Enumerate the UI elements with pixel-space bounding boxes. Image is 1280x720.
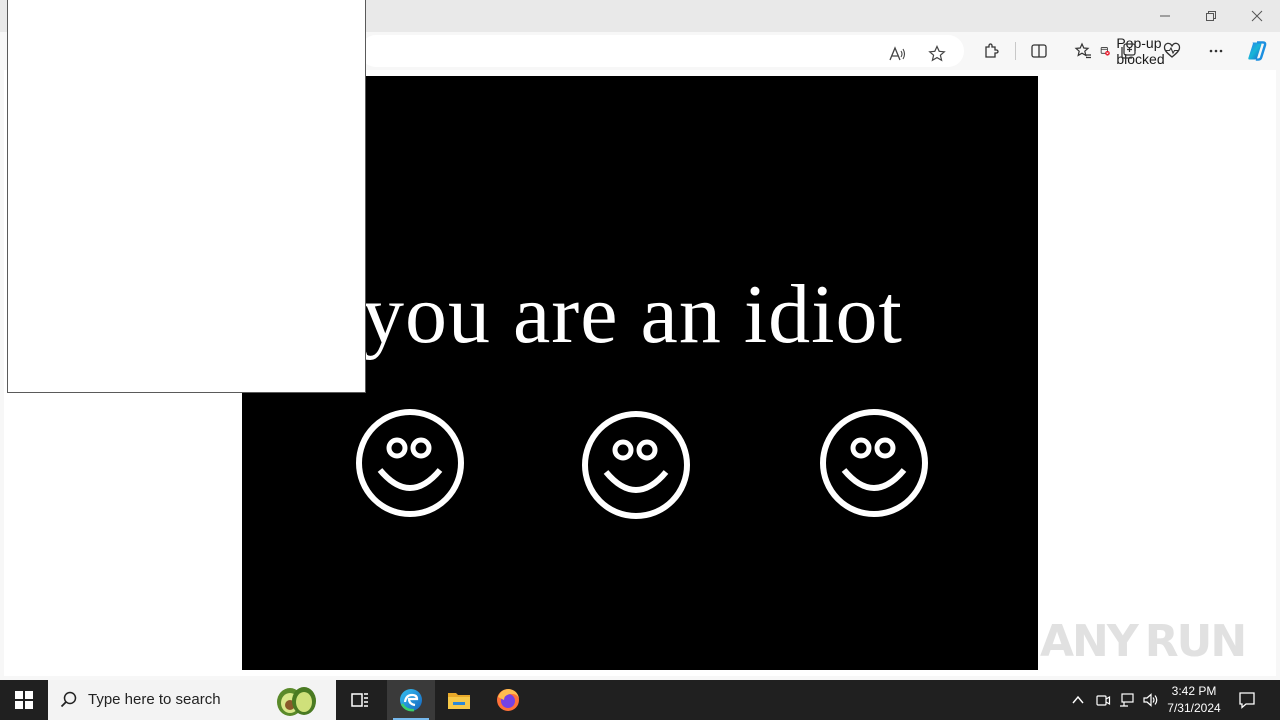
taskbar-search-box[interactable]: Type here to search [48,680,336,720]
clock-time: 3:42 PM [1171,684,1217,698]
copilot-icon [1248,41,1267,61]
favorites-button[interactable] [1068,36,1098,66]
ellipsis-icon [1209,49,1223,53]
smiley-face-icon [820,409,928,517]
file-explorer-icon [448,693,470,709]
camera-meeting-icon [1096,695,1111,706]
read-aloud-button[interactable] [882,39,912,69]
split-screen-button[interactable] [1024,36,1054,66]
address-bar[interactable]: Pop-up blocked [360,35,1165,69]
volume-tray-button[interactable] [1141,690,1161,710]
restore-button[interactable] [1188,0,1234,32]
speaker-icon [1143,693,1158,707]
meet-now-tray-button[interactable] [1093,690,1113,710]
anyrun-watermark: ANY RUN [1040,606,1247,676]
start-button[interactable] [0,680,48,720]
popup-window[interactable] [7,0,366,393]
network-tray-button[interactable] [1117,690,1137,710]
network-icon [1120,693,1134,707]
browser-essentials-button[interactable] [1157,36,1187,66]
collections-button[interactable] [1113,36,1143,66]
toolbar-divider [1015,42,1016,60]
watermark-text-right: RUN [1144,615,1247,667]
favorite-star-button[interactable] [922,39,952,69]
read-aloud-icon [889,46,906,61]
search-placeholder: Type here to search [88,691,221,708]
close-icon [1251,10,1263,22]
watermark-text-left: ANY [1040,615,1139,667]
minimize-button[interactable] [1142,0,1188,32]
task-view-icon [351,693,368,707]
collections-icon [1121,43,1136,59]
popup-blocked-icon [1100,47,1110,56]
smiley-face-icon [582,411,690,519]
file-explorer-button[interactable] [435,680,483,720]
search-icon [60,691,77,708]
heart-pulse-icon [1163,42,1181,58]
notification-icon [1239,692,1255,709]
puzzle-icon [985,43,999,58]
smiley-face-icon [356,409,464,517]
edge-icon [400,689,422,712]
close-button[interactable] [1234,0,1280,32]
firefox-taskbar-button[interactable] [484,680,532,720]
task-view-button[interactable] [336,680,384,720]
split-screen-icon [1031,44,1047,58]
avocado-search-highlight-icon [277,687,316,716]
copilot-button[interactable] [1242,36,1272,66]
extensions-button[interactable] [976,36,1006,66]
clock-date: 7/31/2024 [1167,701,1221,715]
taskbar-clock[interactable]: 3:42 PM 7/31/2024 [1162,683,1226,717]
minimize-icon [1160,15,1170,17]
edge-taskbar-button[interactable] [387,680,435,720]
windows-logo-icon [15,691,33,709]
firefox-icon [497,689,519,711]
favorites-star-list-icon [1074,42,1091,59]
notifications-button[interactable] [1237,690,1257,710]
show-hidden-icons-button[interactable] [1068,690,1088,710]
chevron-up-icon [1072,695,1084,704]
taskbar: Type here to search 3:42 PM 7/31/2024 [0,680,1280,720]
settings-more-button[interactable] [1201,36,1231,66]
star-add-icon [928,45,946,62]
restore-icon [1206,11,1216,21]
